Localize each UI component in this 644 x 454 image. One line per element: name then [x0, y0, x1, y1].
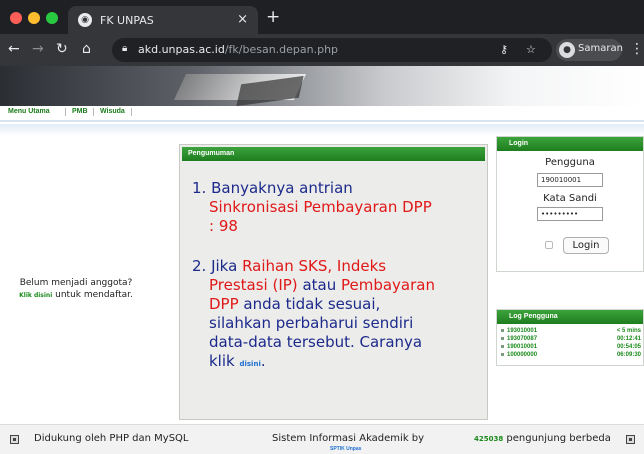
incognito-avatar-icon: ●	[559, 42, 575, 58]
browser-tab-bar: ◉ FK UNPAS × +	[0, 0, 644, 34]
username-label: Pengguna	[545, 157, 595, 168]
address-bar[interactable]: 🔒︎ akd.unpas.ac.id/fk/besan.depan.php ⚷ …	[112, 38, 552, 62]
browser-tab[interactable]: ◉ FK UNPAS ×	[68, 6, 258, 34]
footer-powered-by: Didukung oleh PHP dan MySQL	[34, 433, 189, 444]
lock-icon: 🔒︎	[122, 43, 128, 54]
url-text: akd.unpas.ac.id/fk/besan.depan.php	[138, 43, 339, 56]
log-row: 190010001 00:54:05	[501, 344, 641, 352]
announcement-item-1: 1. Banyaknya antrian Sinkronisasi Pembay…	[192, 179, 432, 235]
register-link-line: Klik disini untuk mendaftar.	[19, 290, 133, 300]
home-icon[interactable]: ⌂	[82, 41, 91, 57]
remember-checkbox[interactable]	[545, 241, 553, 249]
footer: Didukung oleh PHP dan MySQL Sistem Infor…	[0, 424, 644, 454]
new-tab-button[interactable]: +	[266, 7, 280, 27]
footer-system-name: Sistem Informasi Akademik by	[272, 433, 425, 444]
log-row: 193010001 < 5 mins	[501, 328, 641, 336]
footer-visitor-count: 425038 pengunjung berbeda	[474, 433, 611, 444]
reload-icon[interactable]: ↻	[56, 41, 68, 57]
header-divider	[0, 124, 644, 136]
log-row: 100000000 06:09:30	[501, 352, 641, 360]
back-arrow-icon[interactable]: ←	[8, 41, 20, 57]
tab-close-icon[interactable]: ×	[237, 12, 248, 27]
register-line: Belum menjadi anggota?	[19, 278, 133, 288]
nav-pmb[interactable]: PMB	[72, 108, 88, 115]
nav-menu-utama[interactable]: Menu Utama	[8, 108, 50, 115]
password-input[interactable]: •••••••••	[537, 207, 603, 221]
menu-kebab-icon[interactable]: ⋮	[630, 41, 644, 57]
site-navbar: Menu Utama | PMB | Wisuda |	[0, 106, 644, 122]
announcement-item-2: 2. Jika Raihan SKS, Indeks Prestasi (IP)…	[192, 257, 435, 370]
footer-sptik-link[interactable]: SPTIK Unpas	[330, 446, 361, 452]
log-row: 193070087 00:12:41	[501, 336, 641, 344]
forward-arrow-icon[interactable]: →	[32, 41, 44, 57]
profile-name: Samaran	[578, 43, 623, 54]
php-badge-icon	[10, 435, 19, 444]
nav-wisuda[interactable]: Wisuda	[100, 108, 125, 115]
counter-badge-icon	[626, 435, 635, 444]
star-icon[interactable]: ☆	[526, 43, 536, 56]
browser-toolbar: ← → ↻ ⌂ 🔒︎ akd.unpas.ac.id/fk/besan.depa…	[0, 34, 644, 66]
key-icon[interactable]: ⚷	[500, 43, 508, 56]
register-link[interactable]: Klik disini	[19, 292, 52, 299]
profile-button[interactable]: ● Samaran	[556, 39, 623, 61]
username-input[interactable]: 190010001	[537, 173, 603, 187]
site-banner-image	[0, 66, 644, 106]
login-button[interactable]: Login	[563, 237, 609, 254]
login-box: Login Pengguna 190010001 Kata Sandi ••••…	[496, 136, 644, 272]
favicon-icon: ◉	[78, 13, 92, 27]
password-label: Kata Sandi	[543, 193, 597, 204]
maximize-window-button[interactable]	[46, 12, 58, 24]
log-box: Log Pengguna 193010001 < 5 mins 19307008…	[496, 309, 644, 366]
close-window-button[interactable]	[10, 12, 22, 24]
minimize-window-button[interactable]	[28, 12, 40, 24]
login-header: Login	[497, 137, 643, 151]
tab-title: FK UNPAS	[100, 14, 154, 27]
log-header: Log Pengguna	[497, 310, 643, 324]
announcement-panel: Pengumuman 1. Banyaknya antrian Sinkroni…	[179, 144, 488, 420]
disini-link[interactable]: disini	[239, 360, 260, 368]
announcement-header: Pengumuman	[182, 147, 485, 161]
